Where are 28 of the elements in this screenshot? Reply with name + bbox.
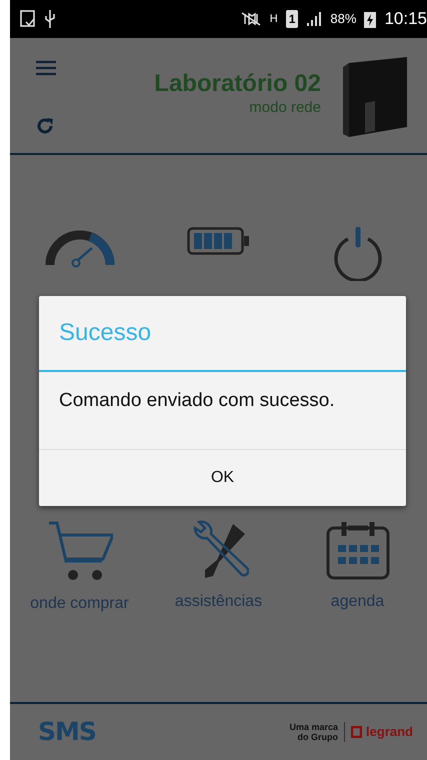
calendar-icon[interactable] (326, 520, 390, 580)
signal-icon (306, 11, 322, 27)
dialog-message: Comando enviado com sucesso. (39, 372, 406, 450)
dialog-title: Sucesso (39, 296, 406, 372)
vibrate-icon (240, 11, 262, 27)
menu-icon[interactable] (36, 60, 56, 76)
clock: 10:15 (384, 8, 427, 30)
tagline: do Grupo (296, 732, 338, 742)
brand-logo: SMS (38, 716, 96, 748)
ok-button[interactable]: OK (39, 450, 406, 506)
network-indicator: H (270, 12, 278, 27)
menu-label[interactable]: onde comprar (30, 592, 129, 616)
device-mode: modo rede (249, 98, 321, 118)
usb-icon (44, 9, 56, 29)
cart-icon[interactable] (46, 520, 112, 582)
battery-icon[interactable] (186, 227, 250, 255)
screenshot-icon (20, 10, 36, 28)
battery-charging-icon (364, 10, 376, 28)
refresh-icon[interactable] (36, 117, 54, 135)
sim-indicator: 1 (286, 10, 298, 28)
partner-logo: legrand (366, 723, 413, 742)
device-title: Laboratório 02 (154, 71, 321, 98)
menu-label[interactable]: assistências (174, 590, 262, 614)
menu-label[interactable]: agenda (330, 590, 384, 614)
square-logo-icon (351, 726, 362, 738)
power-icon[interactable] (332, 227, 384, 281)
tagline: Uma marca (290, 722, 338, 732)
battery-level: 88% (330, 10, 356, 28)
